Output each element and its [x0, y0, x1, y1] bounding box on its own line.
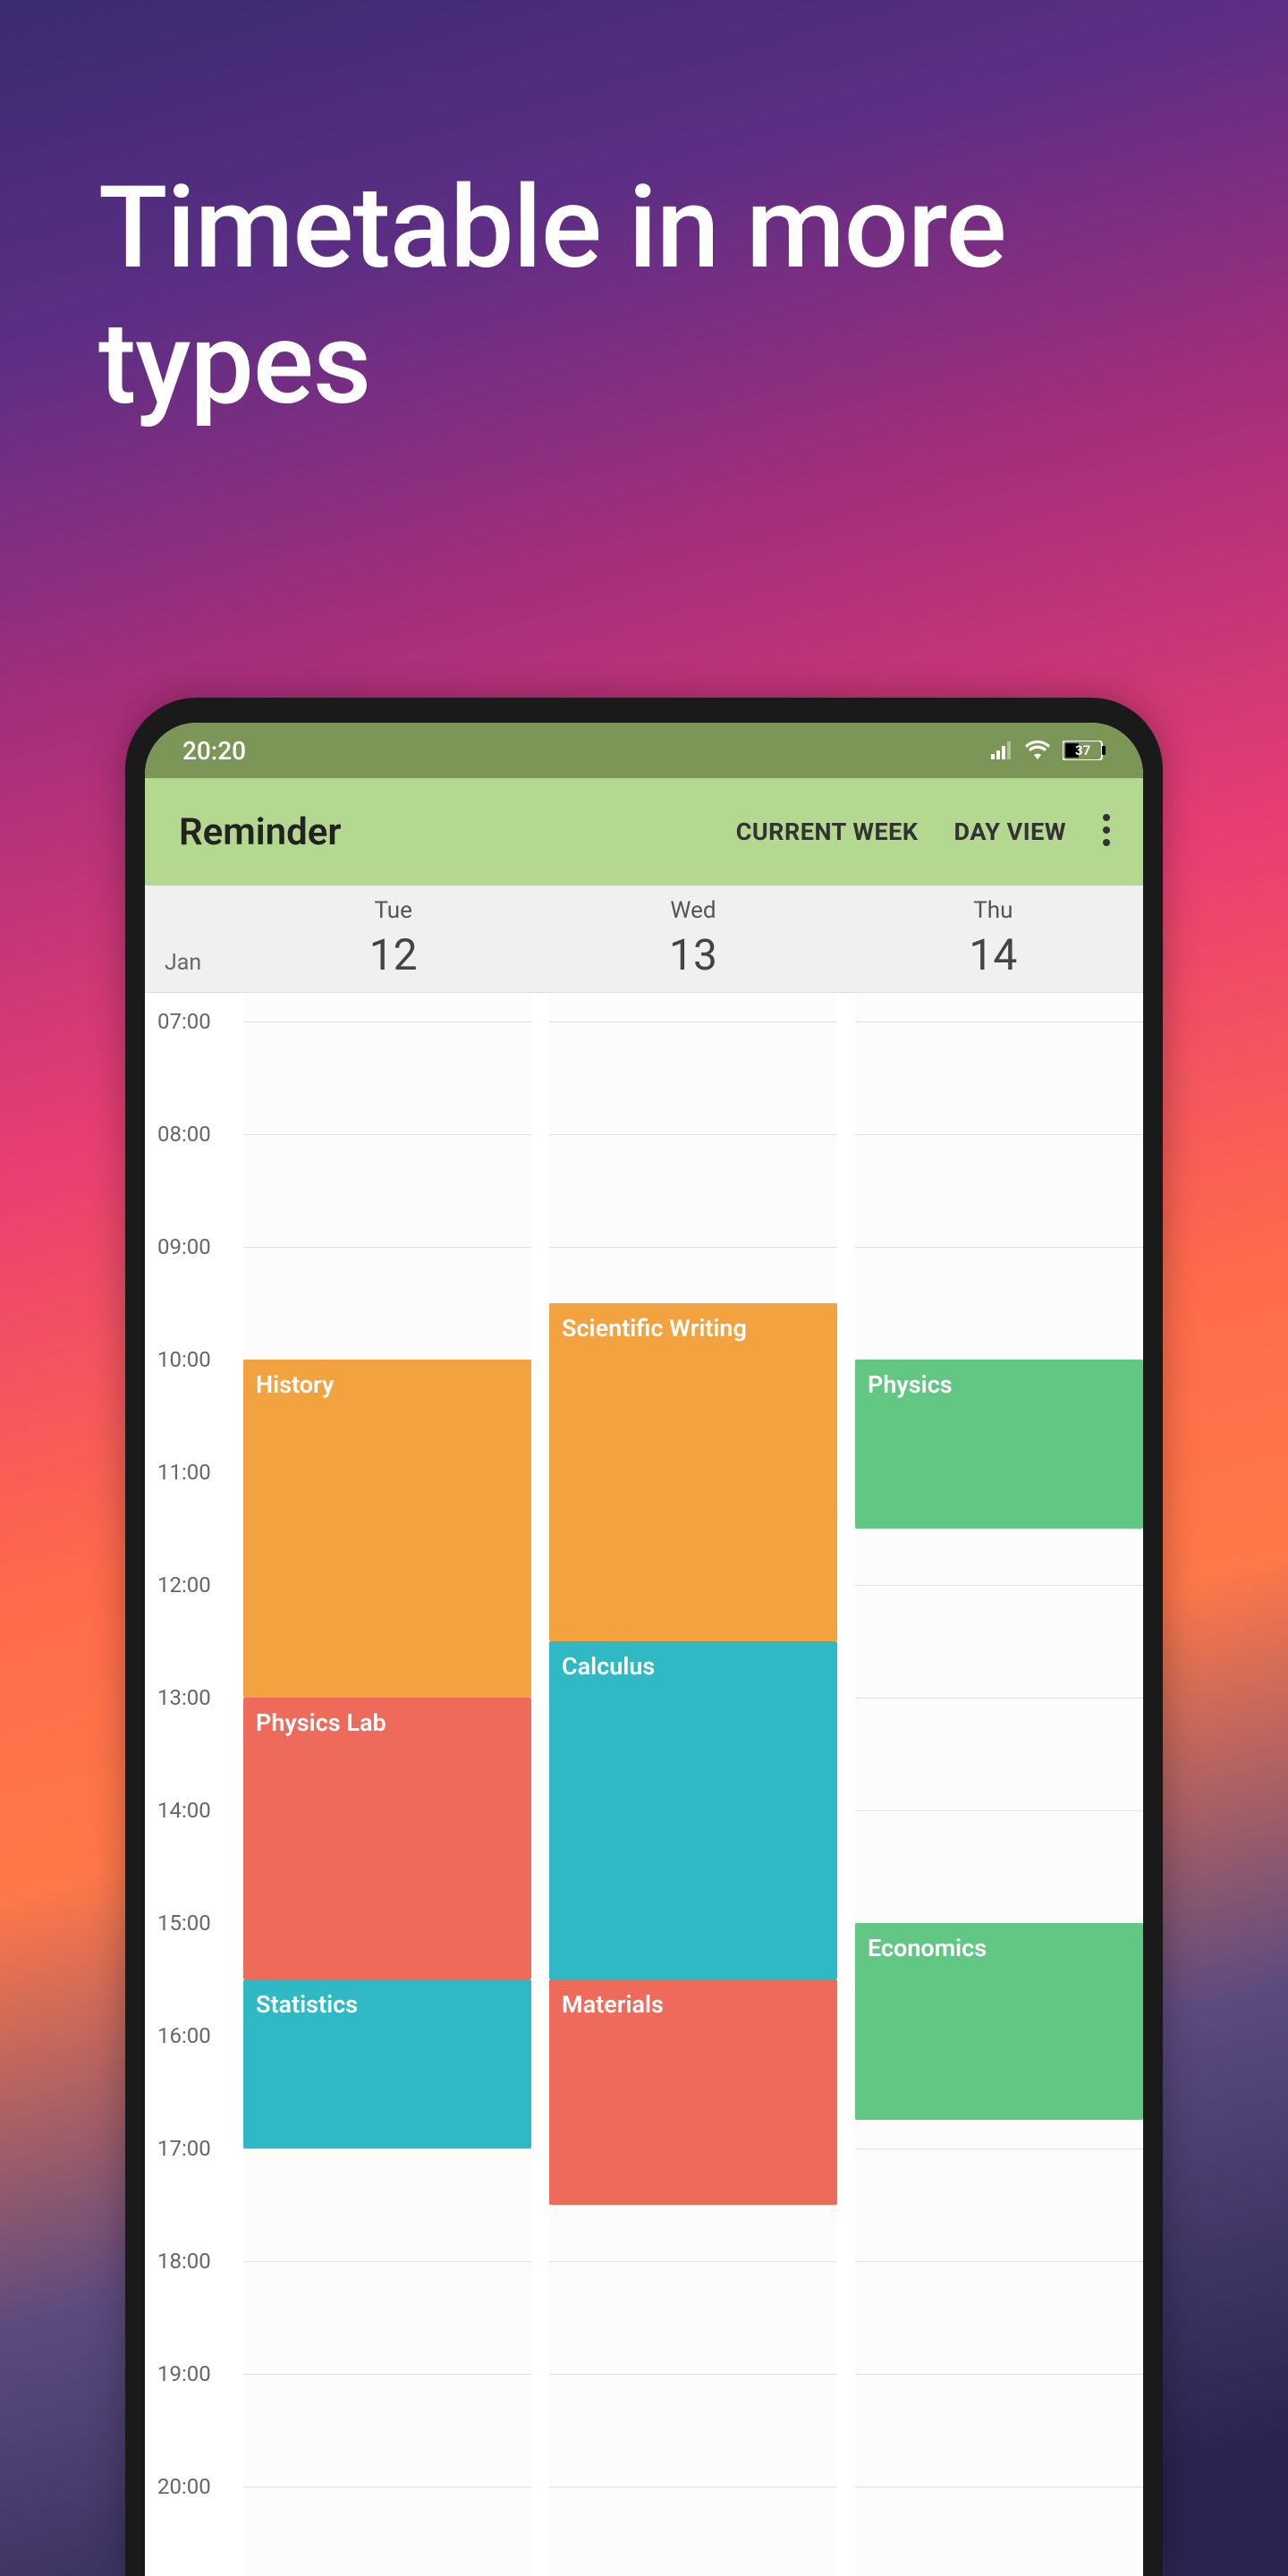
promo-title: Timetable in more types	[98, 161, 1216, 434]
hour-line	[855, 1021, 1143, 1022]
hour-line	[855, 2374, 1143, 2375]
time-label: 13:00	[157, 1685, 211, 1710]
month-label: Jan	[145, 950, 243, 992]
event-block[interactable]: Physics	[855, 1360, 1143, 1529]
day-number: 12	[243, 929, 543, 980]
time-label: 15:00	[157, 1911, 211, 1936]
current-week-button[interactable]: CURRENT WEEK	[718, 818, 936, 846]
battery-icon: 37	[1063, 741, 1106, 760]
status-icons: 37	[991, 736, 1106, 766]
hour-line	[549, 1134, 837, 1135]
status-time: 20:20	[182, 736, 246, 766]
wifi-icon	[1025, 736, 1050, 766]
hour-line	[855, 1247, 1143, 1248]
time-label: 07:00	[157, 1009, 211, 1034]
event-block[interactable]: Materials	[549, 1979, 837, 2205]
time-label: 11:00	[157, 1460, 211, 1485]
hour-line	[549, 1021, 837, 1022]
event-block[interactable]: Statistics	[243, 1979, 531, 2148]
time-label: 20:00	[157, 2474, 211, 2499]
time-label: 19:00	[157, 2361, 211, 2386]
day-column-tue[interactable]: HistoryPhysics LabStatistics	[243, 993, 531, 2576]
hour-line	[243, 2148, 531, 2149]
hour-line	[243, 2261, 531, 2262]
event-block[interactable]: History	[243, 1360, 531, 1698]
time-label: 12:00	[157, 1572, 211, 1597]
time-label: 18:00	[157, 2249, 211, 2274]
day-column-wed[interactable]: Scientific WritingCalculusMaterials	[549, 993, 837, 2576]
time-label: 08:00	[157, 1122, 211, 1147]
signal-icon	[991, 736, 1013, 766]
hour-line	[243, 1134, 531, 1135]
time-label: 09:00	[157, 1234, 211, 1259]
day-header-thu[interactable]: Thu 14	[843, 897, 1143, 980]
day-header-tue[interactable]: Tue 12	[243, 897, 543, 980]
hour-line	[855, 1810, 1143, 1811]
hour-line	[855, 1698, 1143, 1699]
event-block[interactable]: Scientific Writing	[549, 1303, 837, 1641]
day-name: Thu	[843, 897, 1143, 924]
time-label: 14:00	[157, 1798, 211, 1823]
hour-line	[549, 1247, 837, 1248]
hour-line	[243, 1247, 531, 1248]
time-label: 16:00	[157, 2023, 211, 2048]
schedule-grid[interactable]: 07:00 08:00 09:00 10:00 11:00 12:00 13:00 14:00…	[145, 993, 1143, 2576]
time-label: 10:00	[157, 1347, 211, 1372]
app-title: Reminder	[179, 810, 718, 854]
grid-area: HistoryPhysics LabStatistics Scientific …	[243, 993, 1143, 2576]
hour-line	[855, 1585, 1143, 1586]
day-number: 14	[843, 929, 1143, 980]
hour-line	[243, 2374, 531, 2375]
hour-line	[855, 1134, 1143, 1135]
time-label: 17:00	[157, 2136, 211, 2161]
overflow-menu-icon[interactable]	[1084, 813, 1120, 851]
hour-line	[855, 2148, 1143, 2149]
phone-frame: 20:20 37 Reminder CURRENT WEEK DAY VIEW	[125, 698, 1163, 2576]
day-header-row: Jan Tue 12 Wed 13 Thu 14	[145, 886, 1143, 993]
event-block[interactable]: Calculus	[549, 1641, 837, 1979]
event-block[interactable]: Economics	[855, 1923, 1143, 2121]
status-bar: 20:20 37	[145, 723, 1143, 778]
phone-screen: 20:20 37 Reminder CURRENT WEEK DAY VIEW	[145, 723, 1143, 2576]
hour-line	[549, 2374, 837, 2375]
hour-line	[243, 1021, 531, 1022]
day-header-wed[interactable]: Wed 13	[543, 897, 843, 980]
day-name: Tue	[243, 897, 543, 924]
event-block[interactable]: Physics Lab	[243, 1698, 531, 1979]
hour-line	[549, 2261, 837, 2262]
app-bar: Reminder CURRENT WEEK DAY VIEW	[145, 778, 1143, 886]
time-column: 07:00 08:00 09:00 10:00 11:00 12:00 13:00 14:00…	[145, 993, 243, 2576]
day-number: 13	[543, 929, 843, 980]
day-view-button[interactable]: DAY VIEW	[936, 818, 1084, 846]
hour-line	[855, 2261, 1143, 2262]
battery-level: 37	[1075, 742, 1090, 758]
day-name: Wed	[543, 897, 843, 924]
day-column-thu[interactable]: Physics Economics	[855, 993, 1143, 2576]
